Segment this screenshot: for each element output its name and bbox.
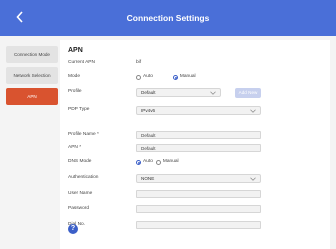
apn-panel: APN Current APN bif Mode Auto Manual Pro…: [60, 40, 330, 249]
dns-mode-radio-group: Auto Manual: [136, 158, 199, 166]
chevron-down-icon: [250, 177, 256, 181]
password-input[interactable]: [136, 205, 261, 213]
pdp-type-row: PDP Type IPv4v6: [68, 106, 328, 116]
user-name-input[interactable]: [136, 190, 261, 198]
mode-manual-radio[interactable]: [172, 74, 178, 80]
page-title: Connection Settings: [126, 13, 210, 23]
sidebar-item-connection-mode[interactable]: Connection Mode: [6, 46, 58, 63]
mode-auto-label[interactable]: Auto: [143, 73, 153, 81]
current-apn-value: bif: [136, 60, 142, 65]
current-apn-row: Current APN bif: [68, 59, 328, 69]
dns-manual-label[interactable]: Manual: [163, 158, 179, 166]
section-title: APN: [68, 47, 83, 54]
mode-manual-label[interactable]: Manual: [180, 73, 196, 81]
profile-name-row: Profile Name * Default: [68, 131, 328, 141]
authentication-row: Authentication NONE: [68, 174, 328, 184]
pdp-type-label: PDP Type: [68, 107, 90, 112]
user-name-label: User Name: [68, 191, 93, 196]
dns-mode-label: DNS Mode: [68, 159, 92, 164]
chevron-left-icon: [16, 11, 23, 23]
add-new-button[interactable]: Add New: [235, 88, 261, 98]
header-bar: Connection Settings: [0, 0, 336, 36]
help-icon[interactable]: ?: [68, 224, 78, 234]
sidebar-item-apn[interactable]: APN: [6, 88, 58, 105]
profile-select[interactable]: Default: [136, 88, 221, 97]
user-name-row: User Name: [68, 190, 328, 200]
mode-row: Mode Auto Manual: [68, 73, 328, 83]
authentication-select-value: NONE: [141, 176, 155, 181]
sidebar: Connection Mode Network Selection APN: [6, 46, 58, 109]
dial-no-input[interactable]: [136, 221, 261, 229]
apn-input[interactable]: Default: [136, 144, 261, 152]
back-button[interactable]: [6, 6, 34, 30]
profile-row: Profile Default Add New: [68, 88, 328, 98]
current-apn-label: Current APN: [68, 60, 95, 65]
authentication-select[interactable]: NONE: [136, 174, 261, 183]
apn-label: APN *: [68, 145, 82, 150]
profile-label: Profile: [68, 89, 82, 94]
sidebar-item-network-selection[interactable]: Network Selection: [6, 67, 58, 84]
dns-mode-row: DNS Mode Auto Manual: [68, 158, 328, 168]
dns-manual-radio[interactable]: [155, 159, 161, 165]
profile-name-label: Profile Name *: [68, 132, 99, 137]
app-frame: Connection Settings Connection Mode Netw…: [0, 0, 336, 249]
pdp-type-select-value: IPv4v6: [141, 108, 156, 113]
chevron-down-icon: [250, 109, 256, 113]
dial-no-row: Dial No.: [68, 221, 328, 231]
pdp-type-select[interactable]: IPv4v6: [136, 106, 261, 115]
chevron-down-icon: [210, 91, 216, 95]
profile-name-input[interactable]: Default: [136, 131, 261, 139]
password-row: Password: [68, 205, 328, 215]
dns-auto-label[interactable]: Auto: [143, 158, 153, 166]
mode-label: Mode: [68, 74, 80, 79]
mode-auto-radio[interactable]: [136, 74, 141, 80]
dns-auto-radio[interactable]: [136, 159, 141, 165]
authentication-label: Authentication: [68, 175, 99, 180]
apn-row: APN * Default: [68, 144, 328, 154]
profile-select-value: Default: [141, 90, 156, 95]
mode-radio-group: Auto Manual: [136, 73, 216, 81]
password-label: Password: [68, 206, 90, 211]
